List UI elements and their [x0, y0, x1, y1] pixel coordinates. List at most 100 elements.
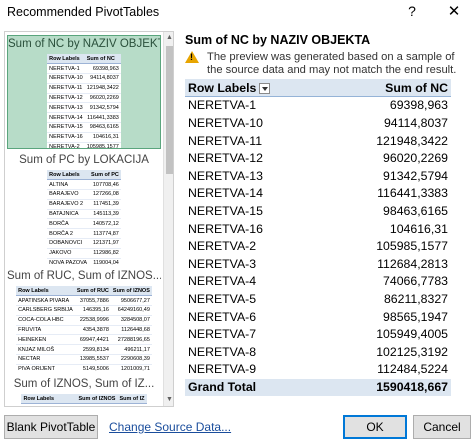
mini-table-row: HEINEKEN 69947,4421 27288196,65 [16, 334, 152, 346]
row-label-cell: NERETVA-7 [185, 325, 327, 344]
mini-table-row: APATINSKA PIVARA 37055,7886 9506677,27 [16, 295, 152, 307]
scroll-thumb[interactable] [166, 46, 173, 174]
mini-cell: 1201009,71 [110, 364, 152, 372]
table-row: NERETVA-15 98463,6165 [185, 202, 451, 221]
mini-cell: NERETVA-13 [47, 102, 85, 114]
mini-header-cell: Sum of IZNOS [76, 394, 118, 405]
mini-cell: NERETVA-11 [47, 83, 85, 94]
sum-header: Sum of NC [326, 79, 451, 98]
scroll-down-icon[interactable]: ▼ [164, 394, 173, 406]
mini-cell: COCA-COLA HBC [16, 315, 75, 326]
mini-table-row: CARLSBERG SRBIJA 146395,16 64249160,49 [16, 305, 152, 316]
question-mark-icon[interactable]: ? [405, 3, 419, 19]
mini-cell: NERETVA-12 [47, 93, 85, 104]
recommendations-scrollbar[interactable]: ▲ ▼ [163, 32, 173, 406]
mini-cell: KNJAZ MILOŠ [16, 344, 75, 356]
recommendation-card[interactable]: Sum of NC by NAZIV OBJEKTA Row Labels Sum … [7, 35, 161, 149]
cancel-button[interactable]: Cancel [413, 415, 471, 439]
mini-cell: 1126448,68 [110, 325, 152, 336]
value-cell: 104616,31 [326, 219, 451, 238]
title-bar: Recommended PivotTables ? ✕ [0, 0, 474, 26]
mini-cell: 104616,31 [84, 132, 121, 143]
window-title: Recommended PivotTables [7, 5, 160, 19]
row-label-cell: NERETVA-15 [185, 202, 327, 221]
recommendation-mini-table: Row Labels Sum of NC NERETVA-1 69398,963 NER… [47, 54, 121, 148]
mini-cell: 112986,82 [89, 248, 121, 259]
recommendation-card[interactable]: Sum of IZNOS, Sum of IZ... Row Labels Sum … [7, 376, 161, 406]
mini-table-row: NERETVA-15 98463,6165 [47, 122, 121, 133]
mini-cell: 2599,8134 [74, 344, 111, 356]
mini-cell: BATAJNICA [47, 209, 90, 220]
table-row: NERETVA-16 104616,31 [185, 219, 451, 238]
mini-cell: 105985,1577 [84, 142, 121, 148]
change-source-data-link[interactable]: Change Source Data... [109, 420, 231, 434]
recommendation-title: Sum of RUC, Sum of IZNOS... [7, 270, 161, 282]
value-cell: 116441,3383 [326, 184, 451, 203]
mini-cell: 91342,5794 [84, 102, 121, 114]
mini-table-row: NERETVA-2 105985,1577 [47, 142, 121, 148]
mini-cell: NERETVA-15 [47, 122, 85, 133]
mini-table-row: NERETVA-14 116441,3383 [47, 112, 121, 124]
table-row: NERETVA-13 91342,5794 [185, 166, 451, 186]
row-label-cell: NERETVA-6 [185, 307, 327, 326]
mini-cell: NECTAR [16, 354, 75, 365]
mini-cell: 13790 [117, 403, 147, 406]
mini-cell: 116441,3383 [84, 112, 121, 124]
table-row: NERETVA-2 105985,1577 [185, 237, 451, 256]
mini-table-row: NERETVA-1 69398,963 [47, 63, 121, 75]
row-label-cell: NERETVA-5 [185, 290, 327, 309]
table-row: NERETVA-12 96020,2269 [185, 149, 451, 168]
mini-cell: PIVA ORIJENT [16, 364, 75, 372]
row-label-cell: NERETVA-4 [185, 272, 327, 291]
recommendation-card[interactable]: Sum of RUC, Sum of IZNOS... Row Labels Sum… [7, 268, 161, 372]
mini-header-cell: Sum of PC [89, 170, 121, 181]
value-cell: 105985,1577 [326, 237, 451, 256]
mini-table-row: COCA-COLA HBC 22538,9996 3284508,07 [16, 315, 152, 326]
value-cell: 98463,6165 [326, 202, 451, 221]
close-icon[interactable]: ✕ [447, 2, 461, 20]
recommendations-list[interactable]: ▲ ▼ Sum of NC by NAZIV OBJEKTA Row Labels… [4, 31, 174, 407]
table-row: NERETVA-8 102125,3192 [185, 342, 451, 361]
header-label: Sum of NC [385, 80, 448, 95]
mini-cell: 5149,5006 [74, 364, 111, 372]
mini-cell: APATINSKA PIVARA [21, 403, 77, 406]
filter-dropdown-icon[interactable] [259, 82, 271, 94]
mini-cell: 117451,39 [89, 199, 121, 210]
table-row: NERETVA-6 98565,1947 [185, 307, 451, 326]
recommendation-title: Sum of NC by NAZIV OBJEKTA [8, 38, 160, 50]
mini-header-cell: Sum of IZ [117, 394, 147, 405]
mini-cell: CARLSBERG SRBIJA [16, 305, 75, 316]
mini-header-cell: Sum of IZNOS [110, 286, 152, 297]
row-label-cell: NERETVA-12 [185, 149, 327, 168]
mini-cell: 96020,2269 [84, 93, 121, 104]
scroll-up-icon[interactable]: ▲ [164, 32, 173, 44]
table-row: NERETVA-4 74066,7783 [185, 272, 451, 291]
mini-table-row: NERETVA-12 96020,2269 [47, 93, 121, 104]
recommendation-mini-table: Row LabelsSum of IZNOSSum of IZAPATINSKA… [21, 394, 147, 406]
mini-cell: 37055,7886 [74, 295, 111, 307]
mini-table-row: NERETVA-11 121948,3422 [47, 83, 121, 94]
table-row: NERETVA-5 86211,8327 [185, 290, 451, 309]
mini-table-row: BARAJEVO 127266,08 [47, 189, 121, 200]
mini-table-header: Row Labels Sum of RUC Sum of IZNOS [16, 286, 152, 297]
mini-cell: 13985,5537 [74, 354, 111, 365]
mini-table-row: ALTINA 107708,46 [47, 179, 121, 191]
mini-table-row: BARAJEVO 2 117451,39 [47, 199, 121, 210]
mini-table-row: NECTAR 13985,5537 2290608,39 [16, 354, 152, 365]
mini-cell: APATINSKA PIVARA [16, 295, 75, 307]
ok-button[interactable]: OK [343, 415, 407, 439]
row-labels-header[interactable]: Row Labels [185, 79, 327, 98]
blank-pivottable-button[interactable]: Blank PivotTable [4, 415, 98, 439]
table-row: NERETVA-11 121948,3422 [185, 131, 451, 150]
table-row: NERETVA-9 112484,5224 [185, 360, 451, 379]
mini-cell: 69947,4421 [74, 334, 111, 346]
value-cell: 112484,5224 [326, 360, 451, 379]
mini-cell: BORČA [47, 218, 90, 230]
mini-table-row: APATINSKA PIVARA9506677,2713790 [21, 403, 147, 406]
mini-cell: BORČA 2 [47, 228, 90, 240]
mini-cell: NERETVA-16 [47, 132, 85, 143]
row-label-cell: NERETVA-3 [185, 254, 327, 274]
recommendation-card[interactable]: Sum of PC by LOKACIJA Row Labels Sum of PC… [7, 152, 161, 266]
mini-table-header: Row Labels Sum of NC [47, 54, 121, 65]
value-cell: 74066,7783 [326, 272, 451, 291]
